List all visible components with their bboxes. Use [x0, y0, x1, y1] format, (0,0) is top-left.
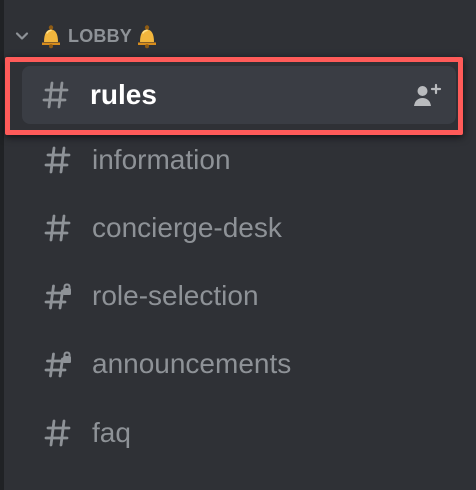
bell-icon	[134, 23, 160, 49]
sidebar-left-rail	[0, 0, 4, 490]
hash-icon	[42, 144, 74, 176]
chevron-down-icon[interactable]	[14, 28, 30, 44]
channel-name: role-selection	[92, 280, 259, 311]
channel-announcements[interactable]: announcements	[24, 336, 454, 392]
channel-faq[interactable]: faq	[24, 405, 454, 461]
hash-icon	[40, 79, 72, 111]
channel-name: information	[92, 144, 231, 175]
channel-sidebar: LOBBY rules information concierge-desk r…	[0, 0, 476, 490]
channel-name: rules	[90, 79, 157, 110]
hash-icon	[42, 212, 74, 244]
channel-concierge-desk[interactable]: concierge-desk	[24, 200, 454, 256]
bell-icon	[38, 23, 64, 49]
channel-name: concierge-desk	[92, 212, 282, 243]
category-label: LOBBY	[68, 25, 132, 46]
channel-role-selection[interactable]: role-selection	[24, 268, 454, 324]
channel-name: announcements	[92, 348, 292, 379]
locked-hash-icon	[42, 348, 74, 380]
hash-icon	[42, 417, 74, 449]
channel-rules[interactable]: rules	[22, 66, 456, 124]
invite-user-icon[interactable]	[412, 82, 442, 108]
locked-hash-icon	[42, 280, 74, 312]
category-lobby[interactable]: LOBBY	[14, 20, 160, 52]
channel-name: faq	[92, 417, 131, 448]
channel-information[interactable]: information	[24, 132, 454, 188]
